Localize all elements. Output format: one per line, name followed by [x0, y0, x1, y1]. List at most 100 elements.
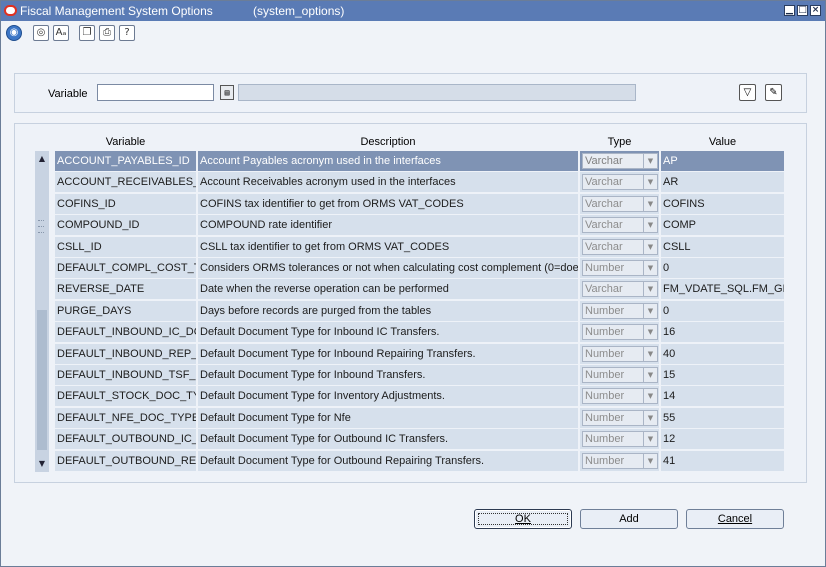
cell-description[interactable]: Default Document Type for Outbound IC Tr… — [198, 429, 578, 450]
type-select[interactable]: Number ▼ — [582, 367, 658, 383]
table-row[interactable]: DEFAULT_OUTBOUND_IC_DODefault Document T… — [55, 429, 784, 450]
chevron-down-icon[interactable]: ▼ — [643, 346, 657, 361]
add-button[interactable]: Add — [580, 509, 678, 529]
type-select[interactable]: Number ▼ — [582, 388, 658, 405]
column-header-type[interactable]: Type — [580, 134, 659, 151]
cell-value[interactable]: 14 — [661, 386, 784, 407]
variable-input[interactable] — [97, 84, 214, 101]
column-header-variable[interactable]: Variable — [55, 134, 196, 151]
cell-variable[interactable]: DEFAULT_OUTBOUND_IC_DO — [55, 429, 196, 450]
copy-icon[interactable]: ❐ — [79, 25, 95, 41]
chevron-down-icon[interactable]: ▼ — [643, 196, 657, 211]
type-select[interactable]: Varchar ▼ — [582, 217, 658, 234]
cell-description[interactable]: Default Document Type for Inbound IC Tra… — [198, 322, 578, 343]
scrollbar-thumb[interactable] — [37, 310, 47, 450]
cell-description[interactable]: Account Receivables acronym used in the … — [198, 172, 578, 193]
chevron-down-icon[interactable]: ▼ — [643, 410, 657, 425]
clear-icon[interactable]: ✎ — [765, 84, 782, 101]
type-select[interactable]: Number ▼ — [582, 452, 658, 469]
cell-description[interactable]: Default Document Type for Inbound Repair… — [198, 343, 578, 364]
cell-description[interactable]: CSLL tax identifier to get from ORMS VAT… — [198, 236, 578, 257]
title-bar[interactable]: Fiscal Management System Options (system… — [1, 1, 825, 21]
column-header-value[interactable]: Value — [661, 134, 784, 151]
cell-description[interactable]: Days before records are purged from the … — [198, 300, 578, 321]
cell-description[interactable]: Default Document Type for Outbound Repai… — [198, 450, 578, 471]
cell-variable[interactable]: ACCOUNT_RECEIVABLES_ID — [55, 172, 196, 193]
cell-value[interactable]: 16 — [661, 322, 784, 343]
chevron-down-icon[interactable]: ▼ — [643, 282, 657, 297]
type-select[interactable]: Varchar ▼ — [582, 174, 658, 191]
type-select[interactable]: Varchar ▼ — [582, 153, 658, 169]
minimize-icon[interactable]: ▁ — [784, 5, 795, 16]
cell-variable[interactable]: ACCOUNT_PAYABLES_ID — [55, 151, 196, 171]
chevron-down-icon[interactable]: ▼ — [643, 389, 657, 404]
cell-variable[interactable]: DEFAULT_STOCK_DOC_TYP — [55, 386, 196, 407]
globe-icon[interactable]: ◉ — [6, 25, 22, 41]
chevron-down-icon[interactable]: ▼ — [643, 325, 657, 340]
cell-description[interactable]: COFINS tax identifier to get from ORMS V… — [198, 193, 578, 214]
type-select[interactable]: Number ▼ — [582, 431, 658, 448]
cell-description[interactable]: Considers ORMS tolerances or not when ca… — [198, 258, 578, 278]
close-icon[interactable]: × — [810, 5, 821, 16]
table-row[interactable]: COMPOUND_ID COMPOUND rate identifier Varch… — [55, 215, 784, 236]
help-circle-icon[interactable]: ◎ — [33, 25, 49, 41]
cell-variable[interactable]: DEFAULT_INBOUND_TSF_DO — [55, 365, 196, 385]
cell-value[interactable]: 15 — [661, 365, 784, 385]
cell-variable[interactable]: DEFAULT_INBOUND_IC_DOC — [55, 322, 196, 343]
type-select[interactable]: Number ▼ — [582, 324, 658, 341]
type-select[interactable]: Varchar ▼ — [582, 238, 658, 255]
cell-variable[interactable]: COFINS_ID — [55, 193, 196, 214]
chevron-down-icon[interactable]: ▼ — [643, 453, 657, 468]
scroll-up-icon[interactable]: ▲ — [35, 152, 49, 166]
table-row[interactable]: DEFAULT_OUTBOUND_REP_ Default Document Ty… — [55, 450, 784, 471]
cell-value[interactable]: CSLL — [661, 236, 784, 257]
type-select[interactable]: Number ▼ — [582, 409, 658, 426]
cell-value[interactable]: 0 — [661, 300, 784, 321]
cell-value[interactable]: FM_VDATE_SQL.FM_GE — [661, 279, 784, 300]
cell-value[interactable]: COFINS — [661, 193, 784, 214]
chevron-down-icon[interactable]: ▼ — [643, 239, 657, 254]
cell-variable[interactable]: COMPOUND_ID — [55, 215, 196, 236]
cell-description[interactable]: Default Document Type for Inventory Adju… — [198, 386, 578, 407]
type-select[interactable]: Varchar ▼ — [582, 195, 658, 212]
spell-check-icon[interactable]: Aₐ — [53, 25, 69, 41]
vertical-scrollbar[interactable]: ▲ ▼ — [35, 151, 49, 472]
table-row[interactable]: DEFAULT_NFE_DOC_TYPE Default Document Typ… — [55, 407, 784, 428]
table-row[interactable]: DEFAULT_INBOUND_IC_DOC Default Document T… — [55, 322, 784, 343]
table-row[interactable]: DEFAULT_STOCK_DOC_TYP Default Document Ty… — [55, 386, 784, 407]
cancel-button[interactable]: Cancel — [686, 509, 784, 529]
cell-description[interactable]: Date when the reverse operation can be p… — [198, 279, 578, 300]
cell-variable[interactable]: CSLL_ID — [55, 236, 196, 257]
cell-description[interactable]: Account Payables acronym used in the int… — [198, 151, 578, 171]
cell-description[interactable]: COMPOUND rate identifier — [198, 215, 578, 236]
chevron-down-icon[interactable]: ▼ — [643, 218, 657, 233]
type-select[interactable]: Number ▼ — [582, 345, 658, 362]
cell-variable[interactable]: DEFAULT_NFE_DOC_TYPE — [55, 407, 196, 428]
table-row[interactable]: ACCOUNT_PAYABLES_ID Account Payables acro… — [55, 151, 784, 171]
chevron-down-icon[interactable]: ▼ — [643, 175, 657, 190]
cell-variable[interactable]: DEFAULT_OUTBOUND_REP_ — [55, 450, 196, 471]
column-header-description[interactable]: Description — [198, 134, 578, 151]
cell-value[interactable]: AR — [661, 172, 784, 193]
table-row[interactable]: DEFAULT_INBOUND_REP_DODefault Document T… — [55, 343, 784, 364]
cell-variable[interactable]: PURGE_DAYS — [55, 300, 196, 321]
cell-value[interactable]: 55 — [661, 407, 784, 428]
table-row[interactable]: DEFAULT_COMPL_COST_TY Considers ORMS tole… — [55, 258, 784, 278]
type-select[interactable]: Varchar ▼ — [582, 281, 658, 298]
ok-button[interactable]: OK — [474, 509, 572, 529]
cell-variable[interactable]: DEFAULT_COMPL_COST_TY — [55, 258, 196, 278]
filter-icon[interactable]: ▽ — [739, 84, 756, 101]
cell-description[interactable]: Default Document Type for Inbound Transf… — [198, 365, 578, 385]
cell-value[interactable]: 12 — [661, 429, 784, 450]
cell-value[interactable]: COMP — [661, 215, 784, 236]
chevron-down-icon[interactable]: ▼ — [643, 154, 657, 168]
print-icon[interactable]: ⎙ — [99, 25, 115, 41]
chevron-down-icon[interactable]: ▼ — [643, 261, 657, 275]
cell-value[interactable]: 40 — [661, 343, 784, 364]
table-row[interactable]: CSLL_ID CSLL tax identifier to get from O… — [55, 236, 784, 257]
table-row[interactable]: COFINS_ID COFINS tax identifier to get fr… — [55, 193, 784, 214]
type-select[interactable]: Number ▼ — [582, 260, 658, 276]
chevron-down-icon[interactable]: ▼ — [643, 368, 657, 382]
type-select[interactable]: Number ▼ — [582, 302, 658, 319]
cell-value[interactable]: AP — [661, 151, 784, 171]
